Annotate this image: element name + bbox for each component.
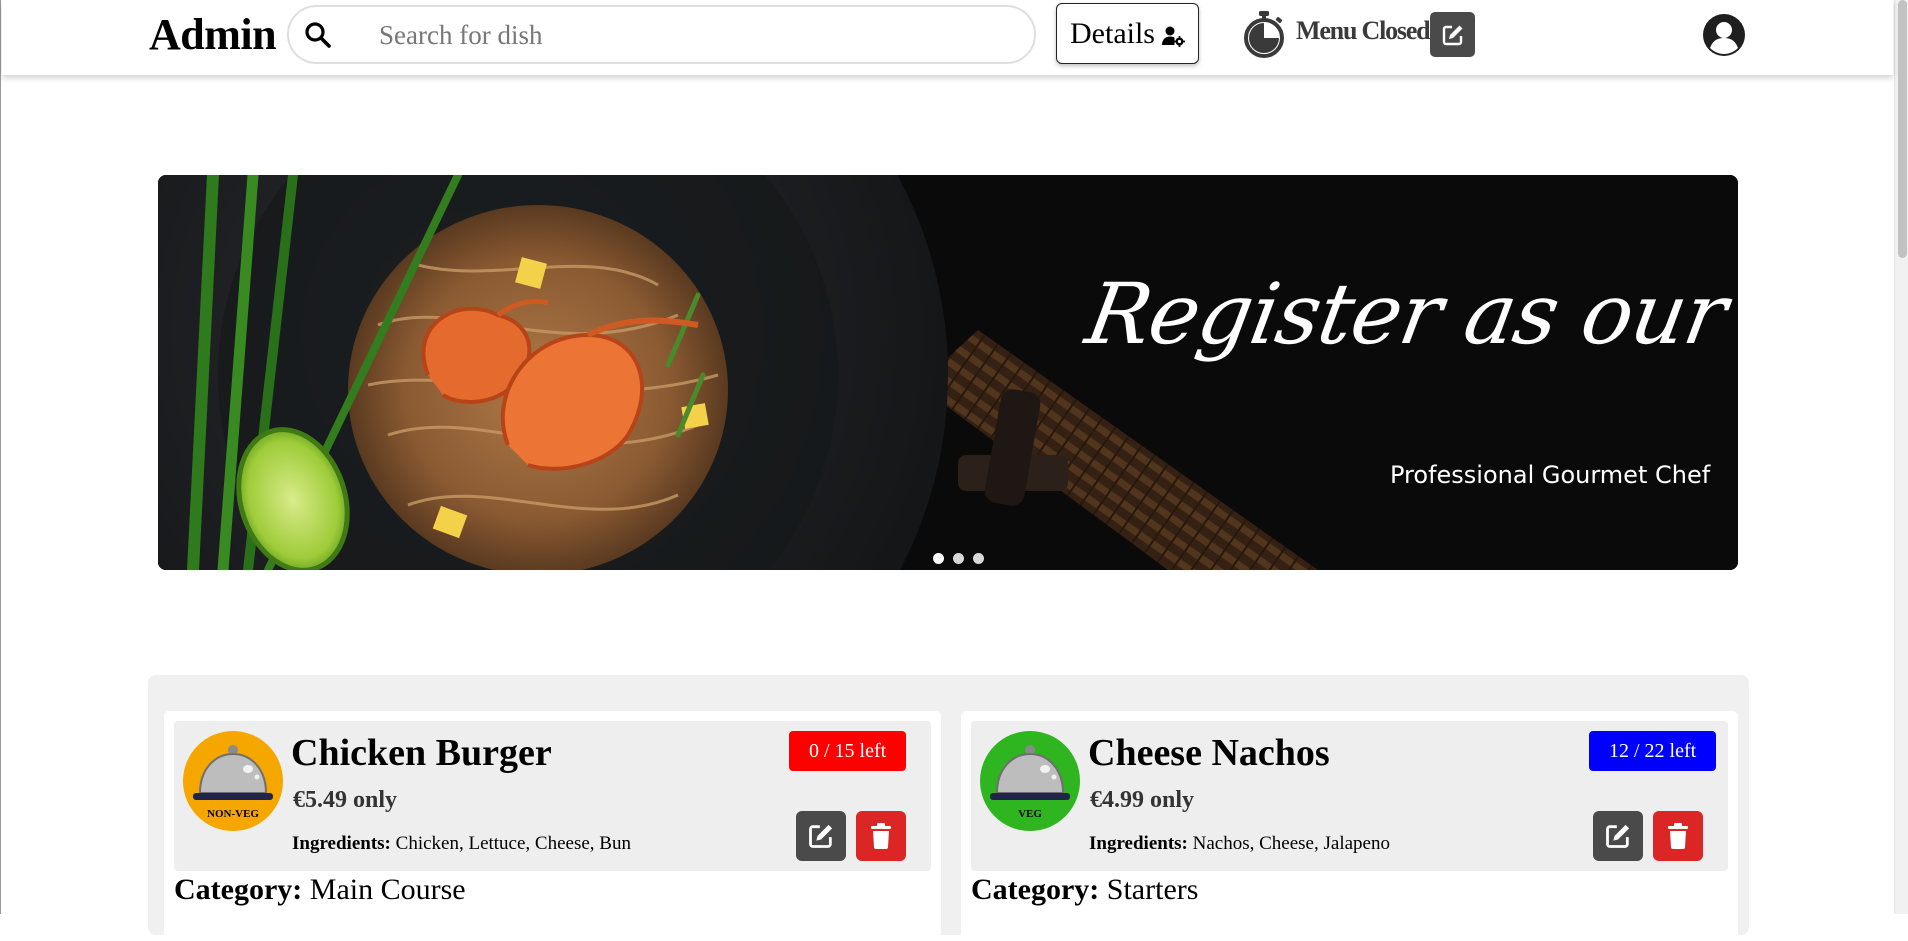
stock-badge: 12 / 22 left — [1589, 731, 1717, 771]
carousel-dot-2[interactable] — [953, 553, 964, 564]
search-bar[interactable] — [287, 5, 1036, 64]
carousel-dot-1[interactable] — [933, 553, 944, 564]
trash-icon — [871, 823, 891, 849]
menu-status-edit-button[interactable] — [1430, 12, 1475, 57]
dish-ingredients: Ingredients: Nachos, Cheese, Jalapeno — [1089, 833, 1390, 855]
dish-category: Category: Starters — [971, 873, 1198, 907]
user-circle-icon[interactable] — [1702, 13, 1746, 57]
dish-card: VEG Cheese Nachos €4.99 only Ingredients… — [961, 711, 1738, 941]
app-window: Admin Details — [0, 0, 1908, 941]
dish-card: NON-VEG Chicken Burger €5.49 only Ingred… — [164, 711, 941, 941]
search-icon — [305, 22, 331, 48]
banner-image — [158, 175, 1738, 570]
edit-dish-button[interactable] — [1593, 811, 1643, 861]
banner-title: Register as our chef — [1079, 265, 1738, 363]
ingredients-list: Chicken, Lettuce, Cheese, Bun — [395, 833, 631, 854]
search-input[interactable] — [379, 15, 999, 55]
dish-type-label: VEG — [1018, 808, 1042, 820]
category-value: Starters — [1106, 873, 1199, 906]
pen-to-square-icon — [1442, 25, 1462, 45]
delete-dish-button[interactable] — [1653, 811, 1703, 861]
dish-name: Cheese Nachos — [1088, 732, 1330, 774]
details-button-label: Details — [1070, 16, 1155, 50]
carousel-indicators — [933, 553, 984, 564]
category-label: Category: — [971, 873, 1100, 906]
category-value: Main Course — [309, 873, 466, 906]
pen-to-square-icon — [809, 824, 833, 848]
menu-status-label: Menu Closed — [1296, 16, 1431, 45]
details-button[interactable]: Details — [1056, 3, 1199, 64]
dish-type-badge: NON-VEG — [183, 731, 283, 831]
stopwatch-icon — [1244, 11, 1284, 58]
ingredients-list: Nachos, Cheese, Jalapeno — [1192, 833, 1390, 854]
brand-title: Admin — [149, 10, 277, 59]
dish-name: Chicken Burger — [291, 732, 552, 774]
dish-card-header: NON-VEG Chicken Burger €5.49 only Ingred… — [174, 721, 931, 871]
banner-subtitle: Professional Gourmet Chef — [1390, 461, 1711, 489]
dish-type-label: NON-VEG — [207, 808, 259, 820]
edit-dish-button[interactable] — [796, 811, 846, 861]
ingredients-label: Ingredients: — [292, 833, 391, 854]
user-gear-icon — [1161, 26, 1185, 47]
dish-card-header: VEG Cheese Nachos €4.99 only Ingredients… — [971, 721, 1728, 871]
carousel-dot-3[interactable] — [973, 553, 984, 564]
delete-dish-button[interactable] — [856, 811, 906, 861]
top-navbar: Admin Details — [2, 0, 1893, 75]
pen-to-square-icon — [1606, 824, 1630, 848]
category-label: Category: — [174, 873, 303, 906]
banner-carousel[interactable]: Register as our chef Professional Gourme… — [158, 175, 1738, 570]
dish-ingredients: Ingredients: Chicken, Lettuce, Cheese, B… — [292, 833, 631, 855]
stock-badge: 0 / 15 left — [789, 731, 907, 771]
dish-type-badge: VEG — [980, 731, 1080, 831]
ingredients-label: Ingredients: — [1089, 833, 1188, 854]
dish-category: Category: Main Course — [174, 873, 466, 907]
vertical-scrollbar[interactable] — [1894, 0, 1908, 914]
dish-price: €5.49 only — [293, 787, 398, 813]
dish-price: €4.99 only — [1090, 787, 1195, 813]
scrollbar-thumb[interactable] — [1898, 0, 1907, 258]
trash-icon — [1668, 823, 1688, 849]
